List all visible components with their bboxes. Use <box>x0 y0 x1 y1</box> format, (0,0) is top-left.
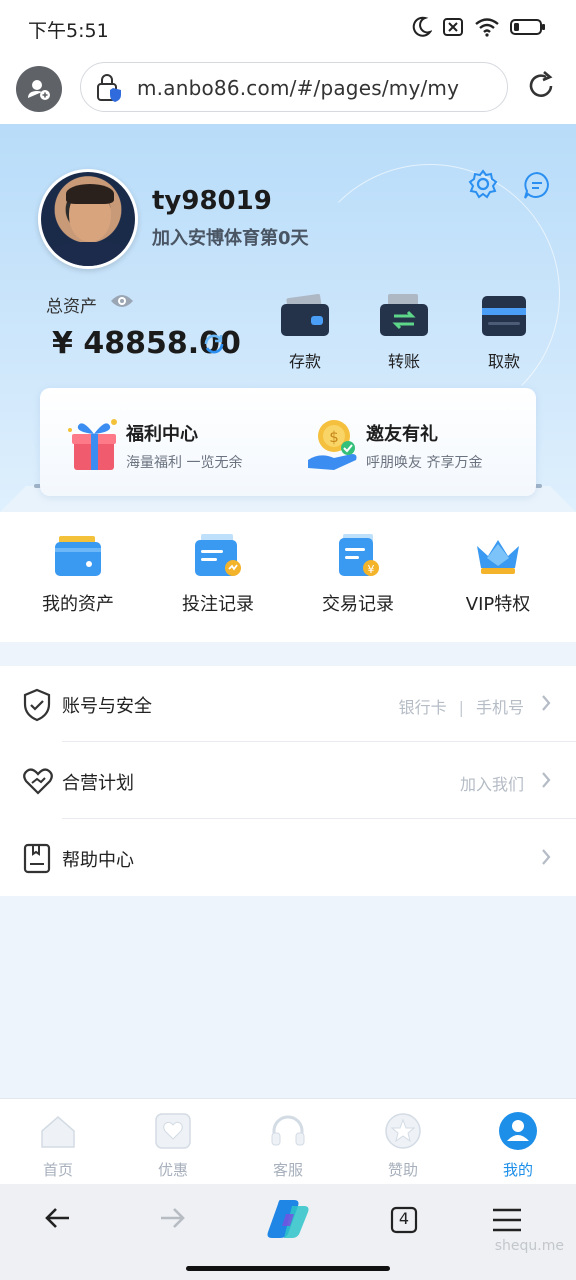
list-item-account-security[interactable]: 账号与安全 银行卡 | 手机号 <box>0 666 576 742</box>
url-text: m.anbo86.com/#/pages/my/my <box>137 76 460 100</box>
avatar[interactable] <box>38 169 138 269</box>
status-time: 下午5:51 <box>28 20 109 42</box>
forward-arrow-icon[interactable] <box>158 1204 186 1236</box>
home-icon <box>38 1111 78 1151</box>
wifi-icon <box>474 17 500 41</box>
gear-icon[interactable] <box>468 169 498 203</box>
menu-icon[interactable] <box>492 1208 522 1236</box>
profile-add-icon <box>28 80 50 100</box>
profile-header: ty98019 加入安博体育第0天 总资产 ¥ 48858.00 存款 转账 取… <box>0 124 576 514</box>
crown-icon <box>473 534 523 578</box>
account-security-hint: 银行卡 | 手机号 <box>398 698 524 717</box>
no-sim-icon <box>442 17 464 41</box>
lock-shield-icon <box>95 73 123 107</box>
svg-text:¥: ¥ <box>368 563 375 576</box>
handshake-heart-icon <box>22 765 54 801</box>
tab-sponsor[interactable]: 赞助 <box>363 1111 443 1180</box>
promo-card: 福利中心 海量福利 一览无余 $ 邀友有礼 呼朋唤友 齐享万金 <box>40 388 536 496</box>
back-arrow-icon[interactable] <box>44 1204 72 1236</box>
bottom-tab-bar: 首页 优惠 客服 赞助 我的 <box>0 1098 576 1184</box>
browser-address-bar: m.anbo86.com/#/pages/my/my <box>0 56 576 124</box>
refresh-icon[interactable] <box>202 332 226 360</box>
headset-icon <box>268 1111 308 1151</box>
gift-icon <box>64 414 124 478</box>
copilot-icon[interactable] <box>264 1198 312 1244</box>
reload-icon[interactable] <box>524 69 558 107</box>
url-field[interactable]: m.anbo86.com/#/pages/my/my <box>80 62 508 112</box>
chevron-right-icon <box>540 771 552 793</box>
vip-privileges-button[interactable]: VIP特权 <box>438 534 558 616</box>
battery-icon <box>510 17 546 41</box>
invite-friends-item[interactable]: $ 邀友有礼 呼朋唤友 齐享万金 <box>304 410 524 480</box>
deposit-button[interactable]: 存款 <box>270 293 340 372</box>
user-icon <box>498 1111 538 1151</box>
tab-home[interactable]: 首页 <box>18 1111 98 1180</box>
transfer-icon <box>378 294 430 338</box>
transaction-records-button[interactable]: ¥ 交易记录 <box>298 534 418 616</box>
tab-customer-service[interactable]: 客服 <box>248 1111 328 1180</box>
withdraw-button[interactable]: 取款 <box>469 294 539 372</box>
message-icon[interactable] <box>522 170 552 204</box>
shield-icon <box>22 688 52 726</box>
transfer-button[interactable]: 转账 <box>369 294 439 372</box>
star-icon <box>383 1111 423 1151</box>
transaction-record-icon: ¥ <box>333 534 383 578</box>
my-assets-button[interactable]: 我的资产 <box>18 534 138 616</box>
card-icon <box>53 534 103 578</box>
chevron-right-icon <box>540 694 552 716</box>
partner-plan-hint: 加入我们 <box>459 775 524 794</box>
tab-promotions[interactable]: 优惠 <box>133 1111 213 1180</box>
help-book-icon <box>22 842 52 878</box>
list-item-help-center[interactable]: 帮助中心 <box>0 820 576 896</box>
chevron-right-icon <box>540 848 552 870</box>
status-icons <box>412 16 546 42</box>
quick-menu: 我的资产 投注记录 ¥ 交易记录 VIP特权 <box>0 512 576 642</box>
join-days-text: 加入安博体育第0天 <box>152 228 309 249</box>
welfare-center-item[interactable]: 福利中心 海量福利 一览无余 <box>64 410 284 480</box>
username: ty98019 <box>152 186 272 216</box>
browser-profile-button[interactable] <box>16 66 62 112</box>
bet-record-icon <box>193 534 243 578</box>
status-bar: 下午5:51 <box>0 0 576 56</box>
total-assets-label: 总资产 <box>46 297 97 317</box>
eye-icon[interactable] <box>110 292 134 314</box>
coin-hand-icon: $ <box>304 414 364 478</box>
tabs-count-button[interactable]: 4 <box>390 1206 418 1238</box>
svg-text:$: $ <box>329 428 339 446</box>
settings-list: 账号与安全 银行卡 | 手机号 合营计划 加入我们 帮助中心 <box>0 666 576 896</box>
withdraw-icon <box>478 294 530 338</box>
wallet-icon <box>279 293 331 338</box>
promo-heart-icon <box>153 1111 193 1151</box>
watermark-text: shequ.me <box>494 1238 564 1254</box>
tab-mine[interactable]: 我的 <box>478 1111 558 1180</box>
home-indicator[interactable] <box>186 1266 390 1271</box>
list-item-partner-plan[interactable]: 合营计划 加入我们 <box>0 743 576 819</box>
moon-icon <box>412 16 433 42</box>
bet-records-button[interactable]: 投注记录 <box>158 534 278 616</box>
